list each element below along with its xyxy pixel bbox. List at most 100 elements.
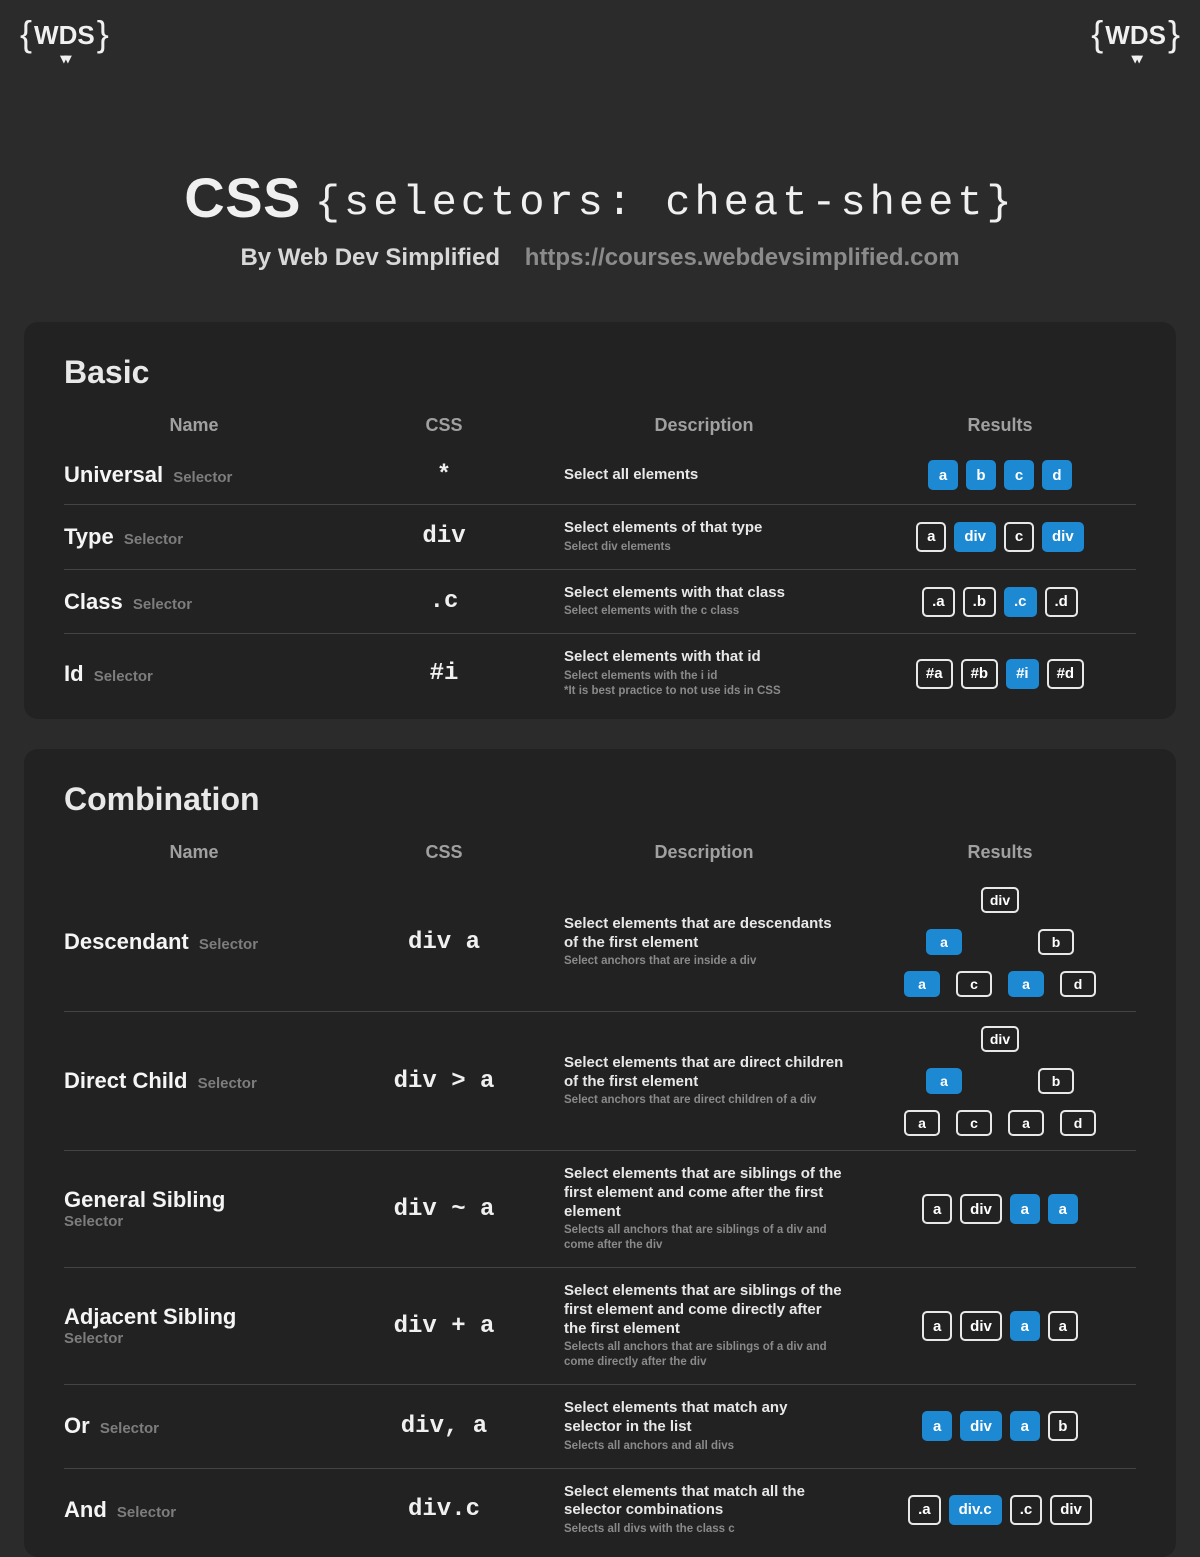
result-chip: c: [956, 1110, 992, 1136]
result-chip: b: [1038, 1068, 1074, 1094]
table-row: Adjacent Sibling Selector div + a Select e…: [64, 1268, 1136, 1385]
section-combination: Combination Name CSS Description Results Desc…: [24, 749, 1176, 1557]
column-header-results: Results: [864, 842, 1136, 863]
brand-logo-left: {WDS} ▾▾: [20, 20, 109, 51]
selector-results: adivaa: [864, 1311, 1136, 1341]
section-title: Combination: [64, 781, 1136, 818]
selector-css: div ~ a: [344, 1196, 544, 1223]
selector-description: Select elements that match any selector …: [564, 1399, 844, 1453]
result-chip: c: [1004, 460, 1034, 490]
result-chip: .b: [963, 587, 996, 617]
selector-name: General Sibling Selector: [64, 1188, 324, 1231]
selector-name: Type Selector: [64, 524, 324, 550]
byline-url[interactable]: https://courses.webdevsimplified.com: [525, 244, 960, 271]
selector-css: div > a: [344, 1068, 544, 1095]
result-chip: a: [922, 1311, 952, 1341]
result-chip: .c: [1004, 587, 1037, 617]
result-chip: div: [960, 1411, 1002, 1441]
selector-name: Or Selector: [64, 1413, 324, 1439]
result-chip: a: [922, 1411, 952, 1441]
result-chip: div: [1042, 522, 1084, 552]
byline-author: By Web Dev Simplified: [240, 244, 500, 271]
column-header-css: CSS: [344, 415, 544, 436]
selector-results: adivcdiv: [864, 522, 1136, 552]
selector-description: Select elements that are descendants of …: [564, 915, 844, 969]
result-chip: .a: [922, 587, 955, 617]
result-chip: div: [1050, 1495, 1092, 1525]
selector-results: .a .b .c .d: [864, 587, 1136, 617]
table-row: Type Selector div Select elements of that …: [64, 505, 1136, 570]
column-header-desc: Description: [564, 842, 844, 863]
result-chip: a: [916, 522, 946, 552]
selector-name: Direct Child Selector: [64, 1068, 324, 1094]
result-chip: a: [1008, 1110, 1044, 1136]
selector-css: div + a: [344, 1313, 544, 1340]
section-title: Basic: [64, 354, 1136, 391]
selector-css: #i: [344, 660, 544, 687]
result-chip: a: [1048, 1194, 1078, 1224]
table-row: Descendant Selector div a Select elements …: [64, 873, 1136, 1012]
selector-name: And Selector: [64, 1497, 324, 1523]
result-chip: c: [956, 971, 992, 997]
result-chip: div: [981, 887, 1019, 913]
selector-css: div.c: [344, 1496, 544, 1523]
result-chip: b: [1038, 929, 1074, 955]
result-chip: d: [1042, 460, 1072, 490]
selector-results: #a #b#i #d: [864, 659, 1136, 689]
selector-description: Select elements that are siblings of the…: [564, 1165, 844, 1253]
selector-results: .a div.c .cdiv: [864, 1495, 1136, 1525]
selector-css: div: [344, 523, 544, 550]
selector-results: adivaa: [864, 1194, 1136, 1224]
selector-name: Descendant Selector: [64, 929, 324, 955]
selector-description: Select all elements: [564, 466, 844, 485]
table-row: Universal Selector*Select all elementsab…: [64, 446, 1136, 505]
result-chip: d: [1060, 971, 1096, 997]
tree-diagram: divabacad: [864, 1026, 1136, 1136]
selector-css: div a: [344, 929, 544, 956]
result-chip: a: [1048, 1311, 1078, 1341]
column-header-name: Name: [64, 415, 324, 436]
result-chip: div: [960, 1311, 1002, 1341]
table-row: Id Selector#iSelect elements with that i…: [64, 634, 1136, 713]
page-title: CSS {selectors: cheat-sheet}: [0, 165, 1200, 230]
result-chip: a: [904, 1110, 940, 1136]
result-chip: div: [960, 1194, 1002, 1224]
result-chip: a: [928, 460, 958, 490]
selector-name: Adjacent Sibling Selector: [64, 1305, 324, 1348]
selector-description: Select elements of that typeSelect div e…: [564, 519, 844, 555]
result-chip: d: [1060, 1110, 1096, 1136]
result-chip: div: [954, 522, 996, 552]
column-header-results: Results: [864, 415, 1136, 436]
result-chip: .d: [1045, 587, 1078, 617]
result-chip: div.c: [949, 1495, 1002, 1525]
result-chip: #b: [961, 659, 999, 689]
result-chip: b: [1048, 1411, 1078, 1441]
selector-results: divabacad: [864, 1026, 1136, 1136]
selector-css: div, a: [344, 1413, 544, 1440]
result-chip: a: [926, 929, 962, 955]
result-chip: a: [1010, 1411, 1040, 1441]
selector-name: Id Selector: [64, 661, 324, 687]
tree-diagram: divabacad: [864, 887, 1136, 997]
result-chip: #i: [1006, 659, 1039, 689]
result-chip: a: [926, 1068, 962, 1094]
selector-results: adivab: [864, 1411, 1136, 1441]
result-chip: #d: [1047, 659, 1085, 689]
column-header-desc: Description: [564, 415, 844, 436]
column-header-css: CSS: [344, 842, 544, 863]
selector-results: divabacad: [864, 887, 1136, 997]
result-chip: a: [1010, 1194, 1040, 1224]
result-chip: .c: [1010, 1495, 1043, 1525]
column-header-name: Name: [64, 842, 324, 863]
selector-description: Select elements that match all the selec…: [564, 1483, 844, 1537]
result-chip: .a: [908, 1495, 941, 1525]
result-chip: a: [1010, 1311, 1040, 1341]
section-basic: BasicNameCSSDescriptionResultsUniversal …: [24, 322, 1176, 719]
result-chip: #a: [916, 659, 953, 689]
table-row: General Sibling Selector div ~ a Select el…: [64, 1151, 1136, 1268]
selector-description: Select elements that are direct children…: [564, 1054, 844, 1108]
result-chip: a: [904, 971, 940, 997]
table-row: And Selector div.c Select elements that ma…: [64, 1469, 1136, 1551]
result-chip: b: [966, 460, 996, 490]
selector-description: Select elements that are siblings of the…: [564, 1282, 844, 1370]
